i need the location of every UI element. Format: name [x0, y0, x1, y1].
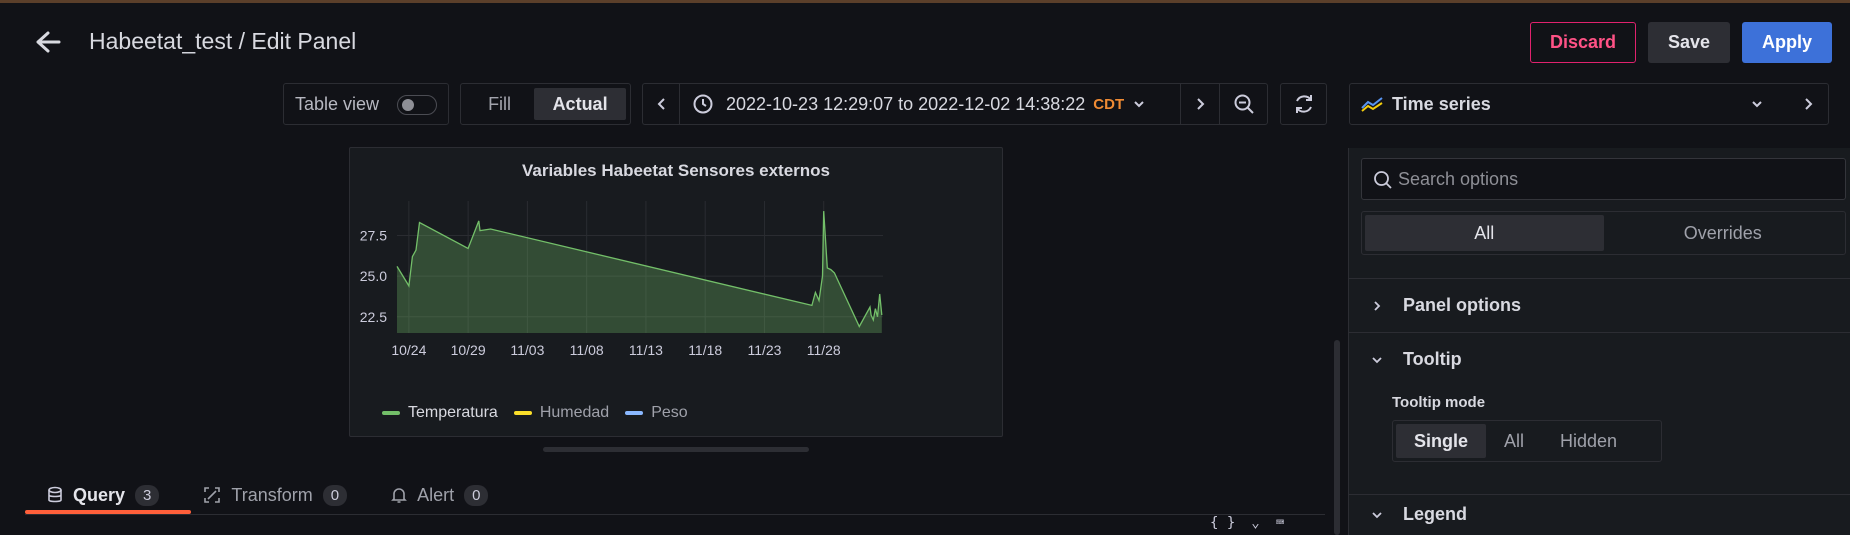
chevron-right-icon	[1197, 98, 1205, 110]
vertical-scrollbar[interactable]	[1334, 340, 1340, 535]
fill-actual-toggle: Fill Actual	[460, 83, 631, 125]
legend-swatch	[513, 411, 532, 415]
x-axis: 10/24 10/29 11/03 11/08 11/13 11/18 11/23 11/28	[391, 342, 841, 358]
zoom-out-icon	[1234, 94, 1254, 114]
tooltip-mode-label: Tooltip mode	[1392, 394, 1486, 411]
series-area-temperatura	[397, 211, 882, 333]
y-tick-label: 27.5	[360, 228, 387, 244]
section-title: Panel options	[1403, 295, 1522, 315]
tab-alert[interactable]: Alert 0	[369, 476, 510, 514]
clock-icon	[693, 94, 713, 114]
x-tick-label: 11/23	[747, 342, 781, 358]
y-axis: 22.5 25.0 27.5	[360, 228, 387, 325]
query-editor-area	[25, 514, 1325, 535]
json-braces-icon[interactable]: { }	[1210, 515, 1235, 531]
legend-label: Temperatura	[408, 404, 498, 421]
section-title: Tooltip	[1403, 349, 1462, 369]
chevron-down-icon	[1372, 356, 1382, 363]
legend-label: Peso	[651, 404, 688, 421]
tab-query[interactable]: Query 3	[25, 476, 181, 514]
section-legend[interactable]: Legend	[1349, 494, 1850, 534]
actual-button[interactable]: Actual	[534, 88, 626, 120]
chevron-right-icon[interactable]	[1802, 96, 1814, 112]
x-tick-label: 11/18	[688, 342, 722, 358]
time-shift-back-button[interactable]	[642, 83, 680, 125]
transform-icon	[204, 487, 221, 503]
tab-count-badge: 0	[322, 484, 348, 506]
tab-label: Transform	[231, 484, 313, 505]
editor-tabs: Query 3 Transform 0 Alert 0	[25, 476, 510, 514]
options-tabs: All Overrides	[1361, 211, 1846, 255]
y-tick-label: 25.0	[360, 268, 387, 284]
refresh-button[interactable]	[1280, 83, 1327, 125]
section-title: Legend	[1403, 504, 1468, 524]
apply-button[interactable]: Apply	[1742, 22, 1832, 63]
keyboard-icon[interactable]: ⌨	[1276, 515, 1284, 531]
tooltip-mode-all[interactable]: All	[1486, 424, 1542, 458]
x-tick-label: 10/29	[451, 342, 486, 358]
tab-overrides[interactable]: Overrides	[1604, 215, 1843, 251]
section-tooltip[interactable]: Tooltip	[1349, 332, 1850, 386]
search-options-input[interactable]: Search options	[1361, 158, 1846, 200]
legend-label: Humedad	[539, 404, 610, 421]
discard-button[interactable]: Discard	[1530, 22, 1636, 63]
chevron-down-icon	[1372, 511, 1382, 518]
tab-all[interactable]: All	[1365, 215, 1604, 251]
legend-item-humedad[interactable]: Humedad	[513, 404, 610, 422]
bell-icon	[391, 488, 407, 503]
tooltip-mode-hidden[interactable]: Hidden	[1542, 424, 1635, 458]
chevron-right-icon	[1374, 300, 1381, 311]
tooltip-mode-radio: Single All Hidden	[1392, 420, 1662, 462]
y-tick-label: 22.5	[360, 309, 387, 325]
time-series-chart[interactable]: 22.5 25.0 27.5 10/24 10/29 11/03 11/08 11/13 11…	[350, 148, 1004, 438]
x-tick-label: 10/24	[391, 342, 426, 358]
legend-swatch	[625, 411, 644, 415]
time-shift-forward-button[interactable]	[1180, 83, 1220, 125]
table-view-toggle-group: Table view	[283, 83, 449, 125]
fill-button[interactable]: Fill	[465, 88, 534, 120]
chevron-down-icon[interactable]: ⌄	[1251, 515, 1259, 531]
time-series-icon	[1361, 97, 1383, 112]
back-arrow-icon[interactable]	[30, 26, 66, 58]
zoom-out-button[interactable]	[1219, 83, 1268, 125]
x-tick-label: 11/03	[510, 342, 544, 358]
chevron-down-icon	[1752, 101, 1762, 108]
legend-item-peso[interactable]: Peso	[625, 404, 688, 422]
top-accent-line	[0, 0, 1850, 3]
page-title: Habeetat_test / Edit Panel	[89, 28, 357, 54]
x-tick-label: 11/08	[570, 342, 604, 358]
section-panel-options[interactable]: Panel options	[1349, 278, 1850, 332]
options-pane: Search options All Overrides Panel optio…	[1348, 148, 1850, 535]
query-toolbar: { } ⌄ ⌨	[1210, 515, 1284, 531]
tab-count-badge: 0	[464, 484, 489, 506]
table-view-label: Table view	[295, 93, 380, 114]
visualization-name: Time series	[1392, 93, 1491, 114]
table-view-switch[interactable]	[397, 95, 437, 115]
x-tick-label: 11/13	[629, 342, 663, 358]
tab-label: Alert	[417, 484, 455, 505]
visualization-picker[interactable]: Time series	[1349, 83, 1829, 125]
legend-item-temperatura[interactable]: Temperatura	[382, 404, 498, 422]
chevron-left-icon	[657, 98, 665, 110]
tab-transform[interactable]: Transform 0	[181, 476, 369, 514]
x-tick-label: 11/28	[807, 342, 841, 358]
timezone-label: CDT	[1093, 95, 1125, 113]
search-icon	[1374, 171, 1392, 189]
tab-label: Query	[73, 484, 126, 505]
time-range-text: 2022-10-23 12:29:07 to 2022-12-02 14:38:…	[726, 93, 1086, 114]
panel-resize-handle[interactable]	[543, 447, 809, 452]
tab-count-badge: 3	[135, 484, 160, 506]
refresh-icon	[1295, 95, 1312, 113]
chevron-down-icon	[1134, 101, 1144, 108]
tooltip-mode-single[interactable]: Single	[1396, 424, 1487, 458]
panel-preview: Variables Habeetat Sensores externos 22.…	[349, 147, 1003, 437]
database-icon	[48, 486, 62, 503]
legend-swatch	[382, 411, 400, 415]
chart-legend: Temperatura Humedad Peso	[382, 404, 688, 422]
search-placeholder: Search options	[1398, 168, 1519, 189]
save-button[interactable]: Save	[1648, 22, 1730, 63]
time-range-picker[interactable]: 2022-10-23 12:29:07 to 2022-12-02 14:38:…	[679, 83, 1181, 125]
